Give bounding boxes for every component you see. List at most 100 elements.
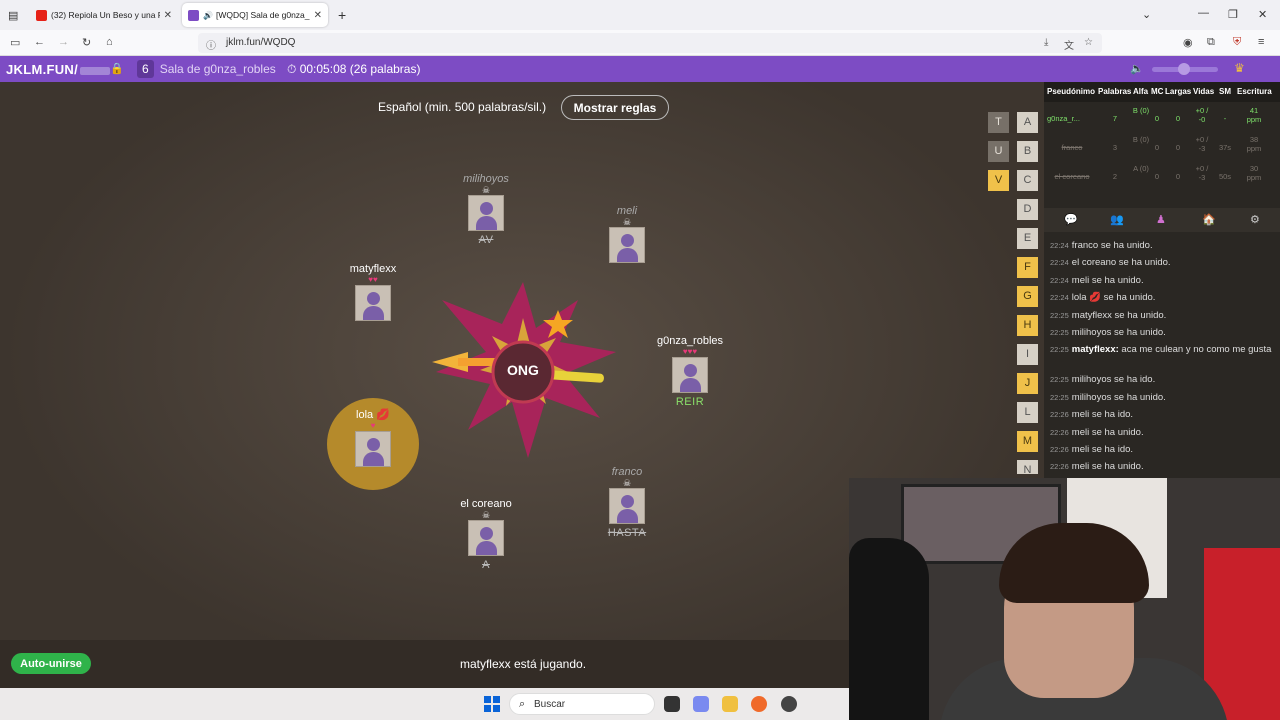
tab-title: [WQDQ] Sala de g0nza_robles — [215, 10, 310, 20]
chat-icon[interactable]: 💬 — [1064, 213, 1078, 226]
tab-jklm[interactable]: 🔊 [WQDQ] Sala de g0nza_robles ✕ — [182, 3, 328, 27]
chat-message: 22:26 meli se ha ido. — [1050, 409, 1278, 421]
chat-text: matyflexx se ha unido. — [1071, 309, 1167, 321]
taskbar-search[interactable]: ⌕ Buscar — [509, 693, 655, 715]
translate-icon[interactable]: 文 — [1064, 37, 1074, 52]
scoreboard-row: franco 3 B (0) 0 0 +0 / -3 37s 38 ppm — [1044, 133, 1280, 162]
player-name: franco — [611, 466, 643, 478]
minimize-icon[interactable]: — — [1198, 7, 1209, 19]
bonus-letter: H — [1017, 315, 1038, 336]
reload-icon[interactable]: ↻ — [82, 36, 91, 49]
site-info-icon[interactable]: ⓘ — [206, 37, 216, 52]
volume-slider-handle[interactable] — [1178, 63, 1190, 75]
current-syllable: ONG — [507, 362, 539, 378]
row-long: 0 — [1175, 172, 1181, 181]
tab-youtube[interactable]: (32) Repiola Un Beso y una Flor ✕ — [30, 3, 178, 27]
bonus-letter: E — [1017, 228, 1038, 249]
player-el-coreano: el coreano ☠ A — [436, 498, 536, 571]
player-milihoyos: milihoyos ☠ AV — [436, 173, 536, 246]
row-speed: 30 ppm — [1246, 164, 1262, 182]
timer-text: 00:05:08 (26 palabras) — [299, 62, 421, 76]
chat-text: milihoyos se ha ido. — [1071, 374, 1156, 386]
close-window-icon[interactable]: ✕ — [1258, 8, 1267, 21]
account-icon[interactable]: ◉ — [1183, 36, 1193, 49]
site-brand[interactable]: JKLM.FUN/ — [6, 62, 111, 77]
row-words: 2 — [1112, 172, 1118, 181]
skull-icon: ☠ — [481, 185, 491, 195]
app-icon-2[interactable] — [693, 696, 709, 712]
home-icon[interactable]: ⌂ — [106, 36, 113, 48]
avatar — [468, 195, 504, 231]
browser-nav-bar: ▭ ← → ↻ ⌂ ⓘ jklm.fun/WQDQ ⤓ 文 ☆ ◉ ⧉ ⛨ ≡ — [0, 30, 1280, 56]
gaming-chair — [849, 538, 929, 720]
chat-text: lola 💋 se ha unido. — [1071, 292, 1156, 304]
bonus-letter: F — [1017, 257, 1038, 278]
row-name: el coreano — [1054, 172, 1090, 181]
settings-gear-icon[interactable]: ⚙ — [1250, 213, 1260, 226]
close-icon[interactable]: ✕ — [314, 10, 322, 21]
col-long: Largas — [1165, 87, 1192, 96]
row-mc: 0 — [1154, 114, 1160, 123]
chat-time: 22:24 — [1050, 275, 1069, 285]
chat-message: 22:25 matyflexx se ha unido. — [1050, 310, 1278, 322]
room-icon[interactable]: 🏠 — [1202, 213, 1216, 226]
chat-user[interactable]: matyflexx: — [1072, 344, 1119, 355]
auto-join-button[interactable]: Auto-unirse — [11, 653, 91, 674]
chat-message: 22:24 lola 💋 se ha unido. — [1050, 292, 1278, 304]
player-matyflexx: matyflexx ♥♥ — [323, 263, 423, 321]
row-alpha: B (0) — [1132, 135, 1150, 144]
save-page-icon[interactable]: ⤓ — [1044, 37, 1048, 48]
extensions-icon[interactable]: ⧉ — [1207, 36, 1215, 49]
show-rules-button[interactable]: Mostrar reglas — [561, 95, 669, 120]
back-icon[interactable]: ← — [34, 36, 45, 48]
player-word: REIR — [675, 396, 705, 408]
scoreboard-row: el coreano 2 A (0) 0 0 +0 / -3 50s 30 pp… — [1044, 162, 1280, 191]
chat-time: 22:26 — [1050, 445, 1069, 454]
ublock-icon[interactable]: ⛨ — [1233, 36, 1241, 49]
close-icon[interactable]: ✕ — [164, 10, 172, 21]
app-icon-1[interactable] — [664, 696, 680, 712]
chat-text: meli se ha ido. — [1071, 444, 1134, 455]
bonus-letter: B — [1017, 141, 1038, 162]
forward-icon[interactable]: → — [58, 36, 69, 48]
file-explorer-icon[interactable] — [722, 696, 738, 712]
url-text: jklm.fun/WQDQ — [226, 37, 296, 48]
chat-time: 22:25 — [1050, 345, 1069, 355]
players-icon[interactable]: 👥 — [1110, 213, 1124, 226]
windows-start-icon[interactable] — [484, 696, 500, 712]
bookmark-star-icon[interactable]: ☆ — [1084, 37, 1093, 48]
screen: ▤ (32) Repiola Un Beso y una Flor ✕ 🔊 [W… — [0, 0, 1280, 720]
bonus-letter: J — [1017, 373, 1038, 394]
chat-time: 22:24 — [1050, 293, 1069, 303]
chat-time: 22:24 — [1050, 241, 1069, 250]
language-label: Español (min. 500 palabras/sil.) — [378, 100, 547, 114]
obs-icon[interactable] — [781, 696, 797, 712]
chat-time: 22:25 — [1050, 328, 1069, 337]
chevron-down-icon[interactable]: ⌄ — [1142, 8, 1151, 21]
chat-text: meli se ha ido. — [1071, 409, 1134, 421]
crown-icon[interactable]: ♛ — [1234, 61, 1245, 75]
new-tab-icon[interactable]: + — [338, 7, 346, 23]
avatar — [609, 227, 645, 263]
game-top-bar: JKLM.FUN/ 🔒 6 Sala de g0nza_robles ⏱ 00:… — [0, 56, 1280, 82]
chat-message: 22:26 meli se ha ido. — [1050, 444, 1278, 456]
row-mc: 0 — [1154, 172, 1160, 181]
player-word: HASTA — [607, 527, 647, 539]
chat-text: franco se ha unido. — [1071, 240, 1153, 251]
maximize-icon[interactable]: ❐ — [1228, 8, 1238, 21]
url-bar[interactable]: ⓘ jklm.fun/WQDQ ⤓ 文 ☆ — [198, 33, 1102, 53]
firefox-icon[interactable] — [751, 696, 767, 712]
game-icon[interactable]: ♟ — [1156, 213, 1166, 226]
browser-tab-strip: ▤ (32) Repiola Un Beso y una Flor ✕ 🔊 [W… — [0, 0, 1280, 30]
youtube-icon — [36, 9, 47, 21]
col-alpha: Alfa — [1133, 87, 1149, 96]
row-words: 3 — [1112, 143, 1118, 152]
player-name: meli — [616, 205, 638, 217]
volume-icon[interactable]: 🔈 — [1130, 62, 1144, 75]
col-sm: SM — [1219, 87, 1231, 96]
tab-list-icon[interactable]: ▤ — [8, 9, 18, 22]
col-speed: Escritura — [1237, 87, 1272, 96]
sidebar-icon[interactable]: ▭ — [10, 36, 20, 49]
menu-icon[interactable]: ≡ — [1258, 36, 1264, 48]
chat-time: 22:24 — [1050, 258, 1069, 268]
